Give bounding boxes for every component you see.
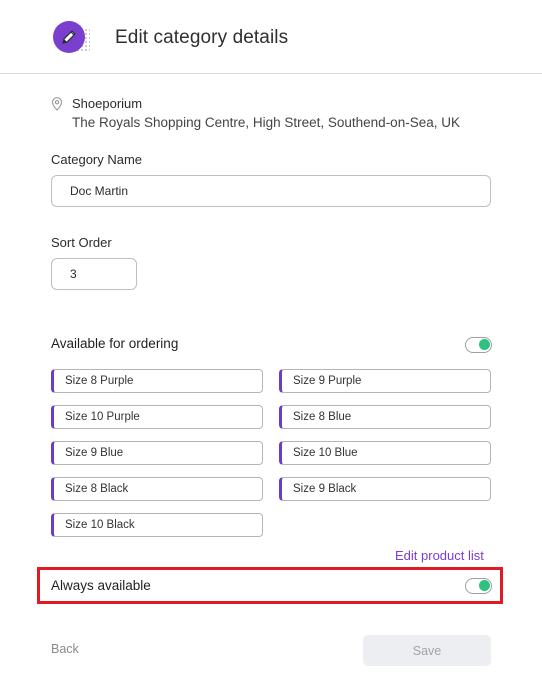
location-address: The Royals Shopping Centre, High Street,…	[72, 115, 460, 130]
product-chip[interactable]: Size 9 Black	[279, 477, 491, 501]
edit-pencil-icon	[53, 21, 85, 53]
product-chip[interactable]: Size 8 Blue	[279, 405, 491, 429]
always-available-toggle[interactable]	[465, 578, 492, 594]
product-chip[interactable]: Size 8 Purple	[51, 369, 263, 393]
page-title: Edit category details	[115, 27, 289, 48]
category-name-label: Category Name	[51, 152, 143, 167]
product-chip[interactable]: Size 9 Blue	[51, 441, 263, 465]
back-button[interactable]: Back	[51, 642, 79, 656]
location-pin-icon	[51, 97, 63, 111]
sort-order-label: Sort Order	[51, 235, 112, 250]
category-name-input[interactable]	[51, 175, 491, 207]
header: Edit category details	[0, 0, 542, 74]
product-chip[interactable]: Size 9 Purple	[279, 369, 491, 393]
product-chip[interactable]: Size 10 Purple	[51, 405, 263, 429]
toggle-knob	[479, 580, 490, 591]
product-chip[interactable]: Size 8 Black	[51, 477, 263, 501]
product-chip[interactable]: Size 10 Black	[51, 513, 263, 537]
save-button[interactable]: Save	[363, 635, 491, 666]
available-for-ordering-label: Available for ordering	[51, 336, 179, 351]
always-available-label: Always available	[51, 578, 151, 593]
toggle-knob	[479, 339, 490, 350]
sort-order-input[interactable]	[51, 258, 137, 290]
edit-product-list-link[interactable]: Edit product list	[395, 548, 484, 563]
product-chip[interactable]: Size 10 Blue	[279, 441, 491, 465]
available-for-ordering-toggle[interactable]	[465, 337, 492, 353]
edit-category-page: Edit category details Shoeporium The Roy…	[0, 0, 542, 698]
location-name: Shoeporium	[72, 96, 143, 111]
